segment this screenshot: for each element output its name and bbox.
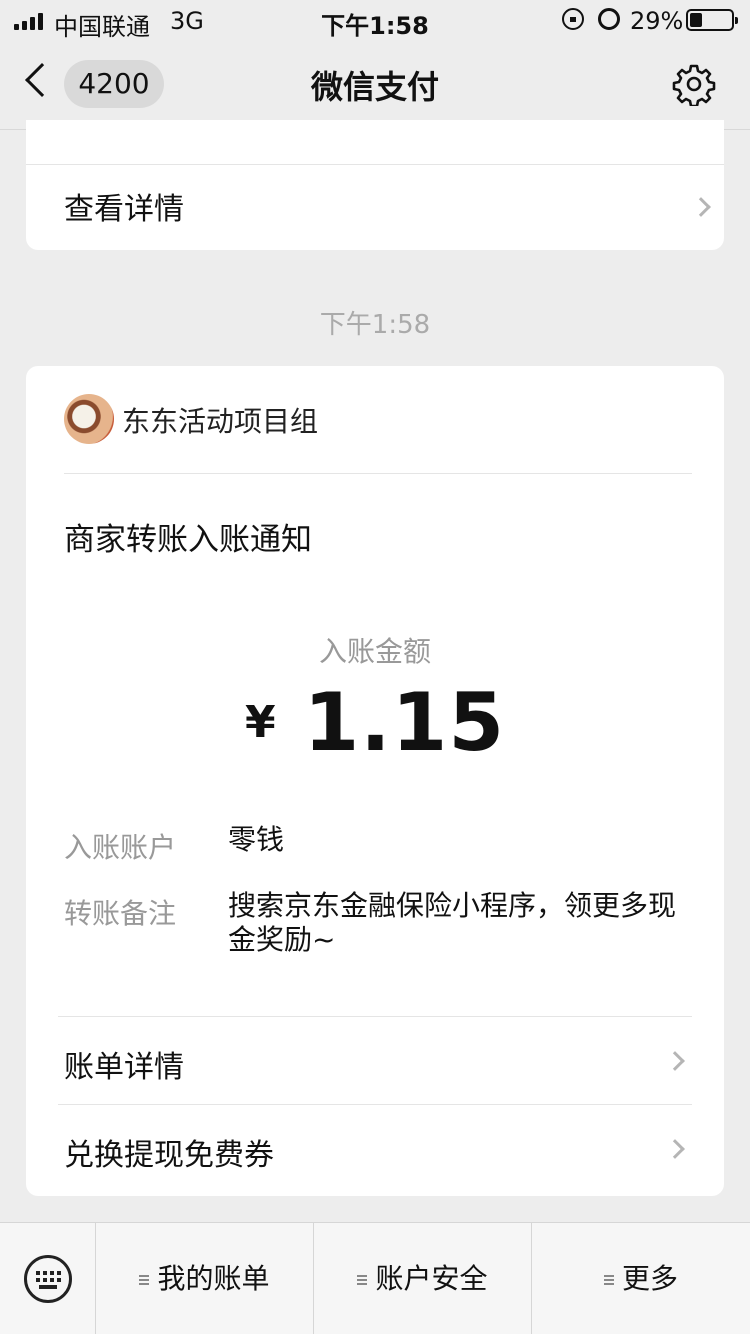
battery-icon <box>686 9 738 31</box>
alarm-icon <box>598 8 620 30</box>
bottom-toolbar: 我的账单 账户安全 更多 <box>0 1222 750 1334</box>
more-label: 更多 <box>621 1262 678 1295</box>
message-timestamp: 下午1:58 <box>319 310 431 340</box>
menu-lines-icon <box>139 1275 150 1285</box>
menu-lines-icon <box>603 1275 614 1285</box>
card-divider <box>58 1016 692 1017</box>
account-value: 零钱 <box>228 823 285 856</box>
chevron-right-icon <box>665 1139 685 1159</box>
bill-details-label: 账单详情 <box>64 1050 184 1085</box>
transfer-notice-card: 东东活动项目组 商家转账入账通知 入账金额 ¥1.15 入账账户 零钱 转账备注… <box>26 366 724 1196</box>
amount-value: 1.15 <box>303 676 505 769</box>
gear-icon[interactable] <box>672 62 716 106</box>
orientation-lock-icon <box>562 8 584 30</box>
status-bar: 中国联通 3G 下午1:58 29% <box>0 0 750 41</box>
nav-bar: 4200 微信支付 <box>0 40 750 130</box>
battery-level-fill <box>690 13 702 27</box>
previous-message-card: 查看详情 <box>26 120 724 250</box>
card-divider <box>58 1104 692 1105</box>
keyboard-icon <box>24 1255 72 1303</box>
chevron-right-icon <box>665 1051 685 1071</box>
wechat-pay-chat-screen: 中国联通 3G 下午1:58 29% 4200 微信支付 查看详情 下午1:58 <box>0 0 750 1334</box>
account-security-button[interactable]: 账户安全 <box>314 1223 532 1334</box>
amount-row: ¥1.15 <box>26 676 724 769</box>
account-security-label: 账户安全 <box>375 1262 488 1295</box>
chevron-right-icon <box>691 197 711 217</box>
card-divider <box>64 473 692 474</box>
my-bills-label: 我的账单 <box>157 1262 270 1295</box>
battery-percent: 29% <box>630 7 684 35</box>
menu-lines-icon <box>357 1275 368 1285</box>
account-label: 入账账户 <box>64 831 177 864</box>
my-bills-button[interactable]: 我的账单 <box>96 1223 314 1334</box>
more-button[interactable]: 更多 <box>532 1223 750 1334</box>
remark-label: 转账备注 <box>64 897 177 930</box>
amount-label: 入账金额 <box>318 635 431 668</box>
coupon-label: 兑换提现免费券 <box>64 1138 274 1173</box>
sender-avatar[interactable] <box>64 394 114 444</box>
card-divider <box>26 164 724 165</box>
view-details-label: 查看详情 <box>64 192 184 227</box>
keyboard-toggle-button[interactable] <box>0 1223 96 1334</box>
page-title: 微信支付 <box>310 68 439 106</box>
currency-symbol: ¥ <box>244 697 276 748</box>
notice-title: 商家转账入账通知 <box>64 522 312 558</box>
remark-value: 搜索京东金融保险小程序，领更多现金奖励~ <box>228 889 677 956</box>
sender-name[interactable]: 东东活动项目组 <box>122 400 318 440</box>
